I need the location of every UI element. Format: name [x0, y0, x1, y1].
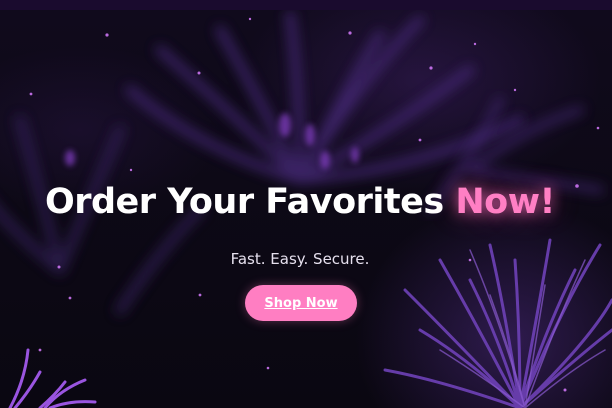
- hero-tagline: Fast. Easy. Secure.: [230, 250, 370, 268]
- hero-content: Order Your Favorites Now! Fast. Easy. Se…: [0, 10, 612, 408]
- headline-accent-text: Now!: [455, 182, 555, 222]
- top-bar: [0, 0, 612, 10]
- shop-now-button[interactable]: Shop Now: [245, 285, 357, 321]
- hero-section: Order Your Favorites Now! Fast. Easy. Se…: [0, 10, 612, 408]
- hero-headline: Order Your Favorites Now!: [0, 182, 600, 222]
- headline-text: Order Your Favorites: [44, 182, 444, 222]
